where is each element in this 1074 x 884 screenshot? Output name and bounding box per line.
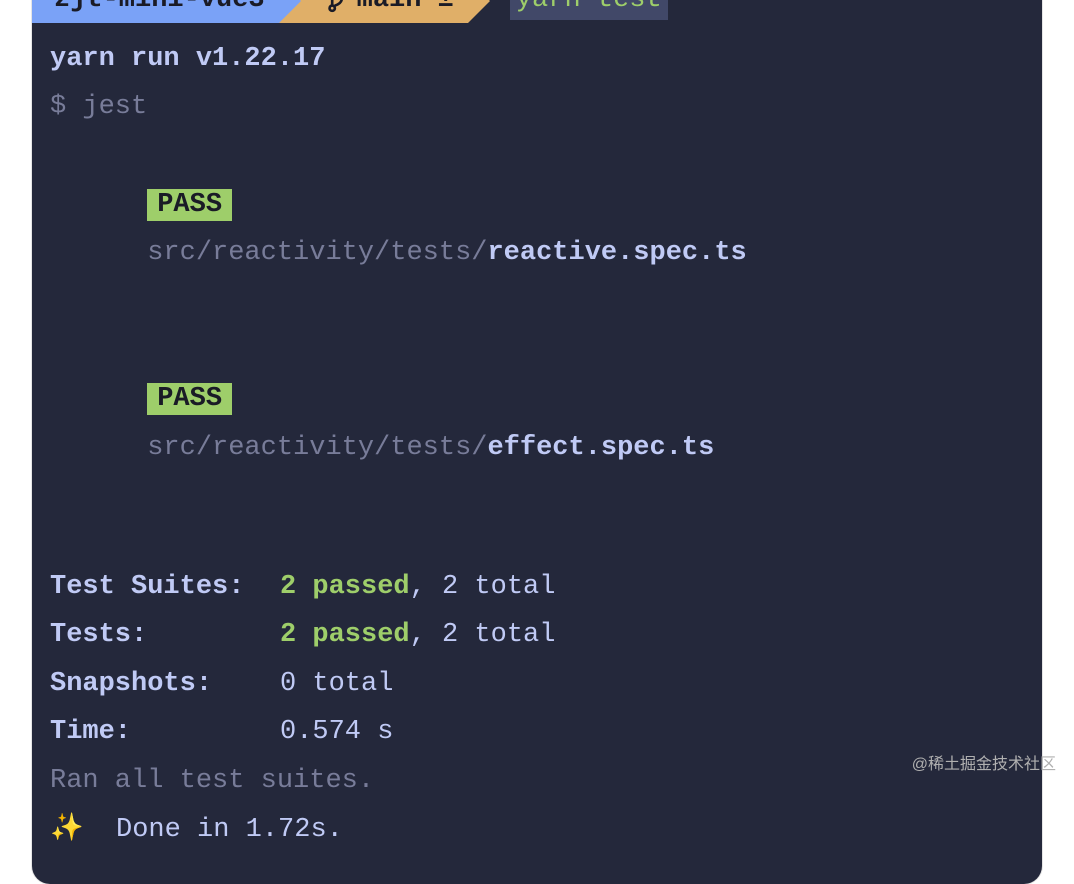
time-val: 0.574 s <box>280 708 393 757</box>
pass-badge: PASS <box>147 383 232 415</box>
time-label: Time: <box>50 708 280 757</box>
done-text: Done in 1.72s. <box>84 815 343 845</box>
test-file: effect.spec.ts <box>487 433 714 463</box>
prompt-branch: main ± <box>301 0 468 23</box>
suites-passed: 2 passed <box>280 572 410 602</box>
test-path: src/reactivity/tests/ <box>147 433 487 463</box>
tests-total: , 2 total <box>410 620 556 650</box>
snapshots-label: Snapshots: <box>50 660 280 709</box>
command-input[interactable]: yarn test <box>510 0 668 20</box>
summary-snapshots: Snapshots: 0 total <box>32 660 1042 709</box>
suites-total: , 2 total <box>410 572 556 602</box>
spacer <box>32 521 1042 563</box>
jest-cmd-line: $ jest <box>32 83 1042 132</box>
summary-suites: Test Suites: 2 passed, 2 total <box>32 563 1042 612</box>
terminal-content[interactable]: zjt-mini-vue3 main ± yarn test yarn run … <box>32 0 1042 884</box>
pass-badge: PASS <box>147 189 232 221</box>
ran-all-line: Ran all test suites. <box>32 757 1042 806</box>
test-file: reactive.spec.ts <box>487 238 746 268</box>
tests-passed: 2 passed <box>280 620 410 650</box>
snapshots-val: 0 total <box>280 660 393 709</box>
chevron-right-icon <box>468 0 490 23</box>
terminal-window: 终端: 本地 × + ⤢ zjt-mini-vue3 main ± yarn t… <box>32 0 1042 884</box>
branch-text: main ± <box>357 0 454 25</box>
done-line: ✨ Done in 1.72s. <box>32 806 1042 855</box>
chevron-right-icon <box>279 0 301 23</box>
summary-time: Time: 0.574 s <box>32 708 1042 757</box>
pass-line: PASS src/reactivity/tests/reactive.spec.… <box>32 132 1042 326</box>
git-branch-icon <box>327 0 347 13</box>
tests-label: Tests: <box>50 611 280 660</box>
yarn-run-line: yarn run v1.22.17 <box>32 35 1042 84</box>
test-path: src/reactivity/tests/ <box>147 238 487 268</box>
prompt-row: zjt-mini-vue3 main ± yarn test <box>32 0 1042 23</box>
summary-tests: Tests: 2 passed, 2 total <box>32 611 1042 660</box>
suites-label: Test Suites: <box>50 563 280 612</box>
pass-line: PASS src/reactivity/tests/effect.spec.ts <box>32 326 1042 520</box>
prompt-dir: zjt-mini-vue3 <box>32 0 279 23</box>
watermark: @稀土掘金技术社区 <box>912 750 1056 774</box>
sparkle-icon: ✨ <box>50 815 84 845</box>
